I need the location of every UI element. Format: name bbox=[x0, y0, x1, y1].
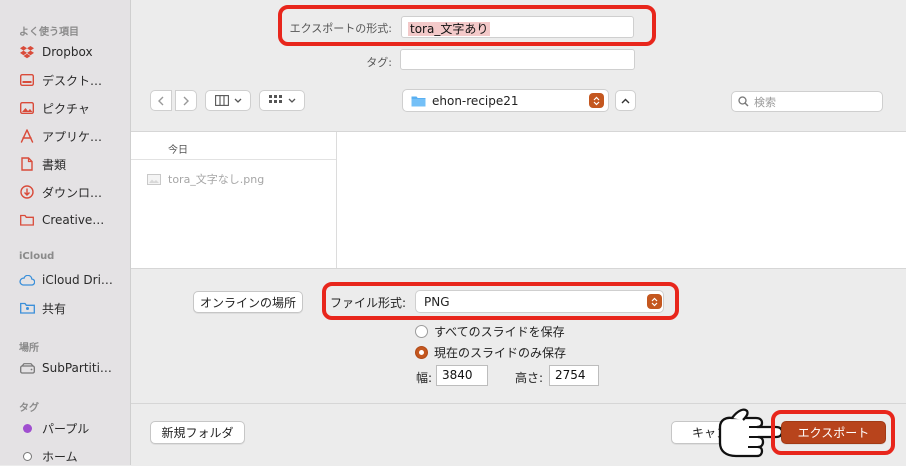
sidebar-item-documents[interactable]: 書類 bbox=[19, 154, 66, 174]
search-field[interactable]: 検索 bbox=[731, 91, 883, 112]
highlight-export-name bbox=[278, 5, 656, 46]
new-folder-button[interactable]: 新規フォルダ bbox=[150, 421, 245, 444]
search-icon bbox=[738, 96, 749, 107]
desktop-icon bbox=[19, 72, 35, 88]
group-button[interactable] bbox=[259, 90, 305, 111]
sidebar-item-label: Dropbox bbox=[42, 45, 93, 59]
sidebar-item-label: デスクト… bbox=[42, 73, 103, 88]
chevron-down-icon bbox=[288, 98, 295, 103]
tag-label: タグ: bbox=[366, 56, 392, 69]
footer-separator bbox=[131, 403, 906, 404]
online-locations-button[interactable]: オンラインの場所 bbox=[193, 291, 303, 313]
radio-current-indicator bbox=[415, 346, 428, 359]
radio-all-label: すべてのスライドを保存 bbox=[434, 325, 565, 339]
sidebar-item-downloads[interactable]: ダウンロ… bbox=[19, 182, 102, 202]
collapse-button[interactable] bbox=[615, 90, 636, 111]
chevron-up-icon bbox=[621, 98, 630, 103]
pictures-icon bbox=[19, 100, 35, 116]
sidebar-item-label: Creative… bbox=[42, 213, 105, 227]
radio-current-label: 現在のスライドのみ保存 bbox=[434, 346, 567, 360]
document-icon bbox=[19, 156, 35, 172]
file-name: tora_文字なし.png bbox=[168, 173, 265, 186]
view-mode-button[interactable] bbox=[205, 90, 251, 111]
radio-current-slide[interactable]: 現在のスライドのみ保存 bbox=[415, 344, 566, 361]
sidebar-item-label: iCloud Dri… bbox=[42, 273, 113, 287]
cloud-icon bbox=[19, 272, 35, 288]
sidebar-item-label: 書類 bbox=[42, 157, 67, 172]
radio-all-slides[interactable]: すべてのスライドを保存 bbox=[415, 323, 565, 340]
width-label: 幅: bbox=[415, 371, 432, 385]
highlight-file-format bbox=[322, 282, 679, 320]
sidebar-item-tag-home[interactable]: ホーム bbox=[19, 446, 78, 466]
sidebar-item-subpartition[interactable]: SubPartiti… bbox=[19, 358, 112, 378]
back-button[interactable] bbox=[150, 90, 172, 111]
sidebar: よく使う項目 Dropbox デスクト… ピクチャ アプリケ… 書類 ダウンロ… bbox=[0, 0, 131, 465]
grid-icon bbox=[268, 95, 282, 103]
chevron-updown-icon bbox=[593, 96, 600, 105]
sidebar-heading-places: 場所 bbox=[19, 343, 39, 354]
chevron-left-icon bbox=[158, 96, 164, 105]
chevron-down-icon bbox=[234, 98, 241, 103]
location-stepper[interactable] bbox=[589, 93, 604, 108]
column-divider bbox=[336, 132, 337, 268]
sidebar-heading-icloud: iCloud bbox=[19, 251, 55, 262]
applications-icon bbox=[19, 128, 35, 144]
sidebar-item-applications[interactable]: アプリケ… bbox=[19, 126, 102, 146]
sidebar-heading-favorites: よく使う項目 bbox=[19, 27, 79, 38]
tag-home-dot bbox=[22, 451, 32, 461]
shared-folder-icon bbox=[19, 300, 35, 316]
highlight-export-button bbox=[771, 410, 895, 455]
dropbox-icon bbox=[19, 44, 35, 60]
sidebar-item-icloud-drive[interactable]: iCloud Dri… bbox=[19, 270, 113, 290]
location-popup[interactable]: ehon-recipe21 bbox=[402, 89, 609, 112]
search-placeholder: 検索 bbox=[754, 95, 776, 109]
sidebar-item-label: ピクチャ bbox=[42, 101, 90, 116]
tag-purple-dot bbox=[22, 423, 32, 433]
sidebar-item-dropbox[interactable]: Dropbox bbox=[19, 42, 93, 62]
width-input[interactable]: 3840 bbox=[436, 365, 488, 386]
download-icon bbox=[19, 184, 35, 200]
sidebar-item-label: SubPartiti… bbox=[42, 361, 112, 375]
tag-dot-icon bbox=[19, 420, 35, 436]
sidebar-item-label: パープル bbox=[42, 421, 90, 436]
height-input[interactable]: 2754 bbox=[549, 365, 599, 386]
sidebar-item-desktop[interactable]: デスクト… bbox=[19, 70, 102, 90]
tag-field[interactable] bbox=[400, 49, 635, 70]
sidebar-item-label: ダウンロ… bbox=[42, 185, 103, 200]
tag-dot-icon bbox=[19, 448, 35, 464]
location-folder-name: ehon-recipe21 bbox=[432, 93, 519, 108]
sidebar-heading-tags: タグ bbox=[19, 403, 39, 414]
image-file-icon bbox=[147, 173, 161, 185]
sidebar-item-pictures[interactable]: ピクチャ bbox=[19, 98, 90, 118]
sidebar-item-creative[interactable]: Creative… bbox=[19, 210, 104, 230]
forward-button[interactable] bbox=[175, 90, 197, 111]
drive-icon bbox=[19, 360, 35, 376]
chevron-right-icon bbox=[183, 96, 189, 105]
file-browser: 今日 tora_文字なし.png bbox=[131, 131, 906, 269]
sidebar-item-label: ホーム bbox=[42, 449, 78, 464]
file-row[interactable]: tora_文字なし.png bbox=[147, 171, 264, 187]
sidebar-item-tag-purple[interactable]: パープル bbox=[19, 418, 89, 438]
column-header-today: 今日 bbox=[131, 132, 336, 160]
save-dialog: エクスポートの形式: tora_文字あり タグ: ehon-recipe21 検… bbox=[131, 0, 906, 465]
sidebar-item-label: アプリケ… bbox=[42, 129, 103, 144]
folder-icon bbox=[19, 212, 35, 228]
folder-icon bbox=[411, 96, 426, 106]
height-label: 高さ: bbox=[514, 371, 543, 385]
columns-icon bbox=[214, 95, 229, 106]
radio-all-indicator bbox=[415, 325, 428, 338]
sidebar-item-shared[interactable]: 共有 bbox=[19, 298, 66, 318]
sidebar-item-label: 共有 bbox=[42, 301, 67, 316]
